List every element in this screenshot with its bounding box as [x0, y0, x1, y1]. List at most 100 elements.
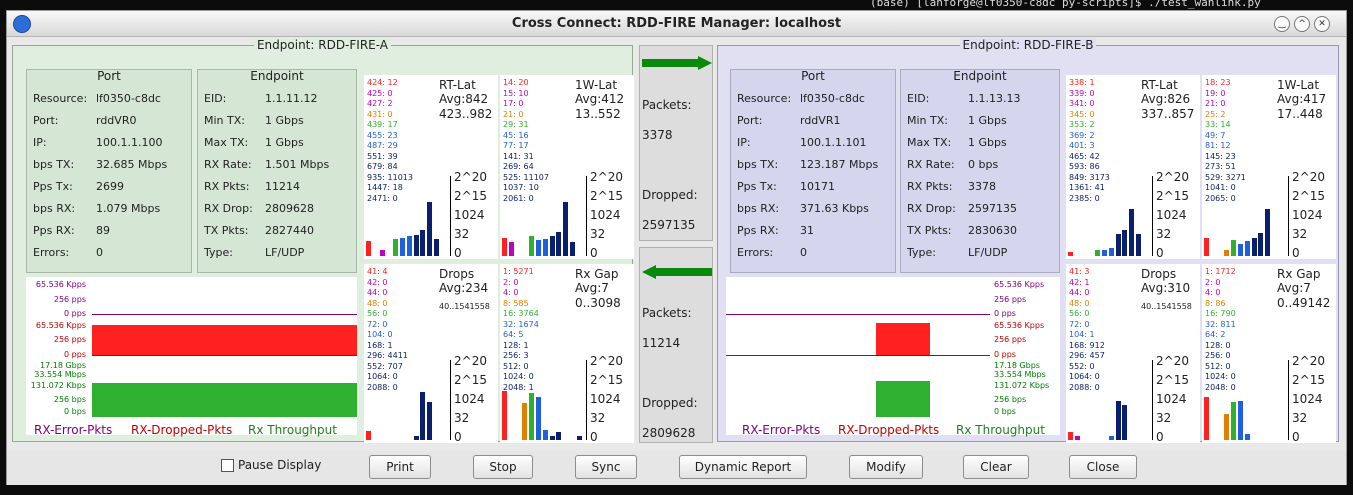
- bucket-label: 296: 457: [1069, 351, 1105, 360]
- bucket-label: 1: 5271: [503, 267, 534, 276]
- histogram-axis: [1288, 360, 1289, 440]
- bucket-label: 44: 0: [1069, 288, 1090, 297]
- bucket-label: 529: 3271: [1205, 172, 1246, 182]
- histogram-avg: Avg:417: [1277, 92, 1327, 106]
- bucket-label: 512: 0: [503, 361, 529, 371]
- field-row: Pps RX: 31: [737, 224, 814, 237]
- graph-axis-label: 0 pps: [994, 309, 1016, 318]
- histogram-bar: [542, 429, 548, 440]
- dropped-label: Dropped:: [642, 396, 698, 410]
- minimize-icon[interactable]: ‿: [1274, 16, 1290, 32]
- close-button[interactable]: Close: [1069, 455, 1137, 479]
- histogram-title: RT-Lat: [1141, 78, 1178, 92]
- histogram-bar: [366, 241, 371, 256]
- histogram-axis: [1152, 360, 1153, 440]
- bucket-label: 42: 1: [1069, 277, 1090, 287]
- arrow-left-icon: [642, 265, 712, 279]
- bucket-label: 296: 4411: [367, 351, 408, 360]
- field-label: EID:: [907, 92, 930, 105]
- bucket-label: 2385: 0: [1069, 193, 1100, 203]
- field-label: Pps Tx:: [33, 180, 73, 193]
- port-box: Port Resource: lf0350-c8dc Port: rddVR1 IP: 1…: [730, 69, 896, 273]
- pause-display-checkbox[interactable]: [221, 459, 234, 472]
- bucket-label: 1447: 18: [367, 183, 403, 192]
- axis-tick-label: 2^20: [454, 170, 487, 184]
- histogram-bar: [1115, 400, 1121, 440]
- clear-button[interactable]: Clear: [963, 455, 1029, 479]
- field-value: 3378: [968, 180, 996, 193]
- legend-item: RX-Error-Pkts: [34, 423, 113, 437]
- graph-axis-label: 131.072 Kbps: [30, 381, 86, 390]
- field-value: 1.501 Mbps: [265, 158, 330, 171]
- histogram-buckets: 424: 12 425: 0 427: 2 431: 0 439: 17 455: 23 4…: [367, 78, 413, 204]
- packets-value: 3378: [642, 128, 673, 142]
- graph-baseline: [726, 314, 990, 315]
- bucket-label: 2088: 0: [367, 382, 398, 392]
- legend-item: RX-Dropped-Pkts: [131, 423, 233, 437]
- bucket-label: 1: 1712: [1205, 267, 1236, 276]
- axis-tick-label: 1024: [454, 208, 485, 222]
- title-bar[interactable]: Cross Connect: RDD-FIRE Manager: localho…: [7, 11, 1346, 37]
- axis-tick-label: 1024: [454, 392, 485, 406]
- histogram-axis: [450, 360, 451, 440]
- rxgap-histogram: 1: 5271 2: 0 4: 0 8: 585 16: 3764 32: 1674 64:…: [500, 264, 634, 443]
- axis-tick-label: 2^20: [454, 354, 487, 368]
- bucket-label: 128: 1: [503, 340, 529, 350]
- port-box: Port Resource: lf0350-c8dc Port: rddVR0 IP: 1…: [26, 69, 192, 273]
- bucket-label: 168: 912: [1069, 340, 1105, 350]
- bucket-label: 1024: 0: [1205, 372, 1236, 381]
- bucket-label: 33: 14: [1205, 120, 1231, 129]
- graph-axis-label: 0 bps: [994, 407, 1016, 416]
- histogram-range: 17..448: [1277, 107, 1323, 121]
- histogram-buckets: 41: 3 42: 1 44: 0 48: 0 56: 0 72: 0 104: 1 168:…: [1069, 267, 1105, 393]
- dropped-value: 2597135: [642, 218, 696, 232]
- histogram-bar: [549, 236, 555, 256]
- axis-tick-label: 2^20: [590, 170, 623, 184]
- bucket-label: 338: 1: [1069, 78, 1095, 87]
- maximize-icon[interactable]: ^: [1294, 16, 1310, 32]
- bucket-label: 32: 811: [1205, 319, 1236, 329]
- dynamic-report-button[interactable]: Dynamic Report: [679, 455, 807, 479]
- graph-axis-label: 256 pps: [53, 335, 86, 344]
- histogram-bar: [420, 391, 426, 440]
- histogram-bar: [1102, 249, 1107, 256]
- bucket-label: 1037: 10: [503, 183, 539, 192]
- histogram-buckets: 338: 1 339: 0 341: 0 345: 0 353: 2 369: 2 401:…: [1069, 78, 1110, 204]
- bucket-label: 72: 0: [1069, 319, 1090, 329]
- field-value: 0 bps: [968, 158, 999, 171]
- histogram-bar: [427, 202, 433, 256]
- bucket-label: 48: 0: [367, 298, 388, 308]
- field-label: bps TX:: [33, 158, 75, 171]
- graph-axis-label: 256 pps: [53, 295, 86, 304]
- endpoint-box: Endpoint EID: 1.1.13.13 Min TX: 1 Gbps Max T…: [900, 69, 1060, 273]
- print-button[interactable]: Print: [369, 455, 431, 479]
- axis-tick-label: 1024: [1292, 392, 1323, 406]
- stop-button[interactable]: Stop: [473, 455, 533, 479]
- pause-display-label[interactable]: Pause Display: [238, 458, 321, 472]
- histogram-axis: [1288, 176, 1289, 256]
- port-box-title: Port: [97, 69, 121, 83]
- bucket-label: 273: 51: [1205, 162, 1236, 171]
- field-row: Pps Tx: 10171: [737, 180, 835, 193]
- axis-tick-label: 32: [590, 411, 606, 425]
- field-value: 1.1.11.12: [265, 92, 318, 105]
- bucket-label: 41: 3: [1069, 267, 1090, 276]
- window-title: Cross Connect: RDD-FIRE Manager: localho…: [511, 16, 842, 31]
- bucket-label: 49: 7: [1205, 130, 1226, 140]
- bucket-label: 104: 1: [1069, 330, 1095, 339]
- bucket-label: 353: 2: [1069, 120, 1095, 129]
- bucket-label: 593: 86: [1069, 162, 1100, 171]
- sync-button[interactable]: Sync: [575, 455, 637, 479]
- bucket-label: 525: 11107: [503, 172, 549, 182]
- graph-baseline: [726, 355, 990, 356]
- field-row: Type: LF/UDP: [204, 246, 304, 259]
- histogram-title: Rx Gap: [1277, 267, 1321, 281]
- bucket-label: 4: 0: [503, 288, 519, 297]
- modify-button[interactable]: Modify: [849, 455, 923, 479]
- field-row: Port: rddVR1: [737, 114, 840, 127]
- bucket-label: 32: 1674: [503, 319, 539, 329]
- field-value: 1.079 Mbps: [96, 202, 161, 215]
- histogram-bar: [529, 236, 535, 256]
- close-window-icon[interactable]: ✕: [1314, 16, 1330, 32]
- histogram-avg: Avg:234: [439, 281, 489, 295]
